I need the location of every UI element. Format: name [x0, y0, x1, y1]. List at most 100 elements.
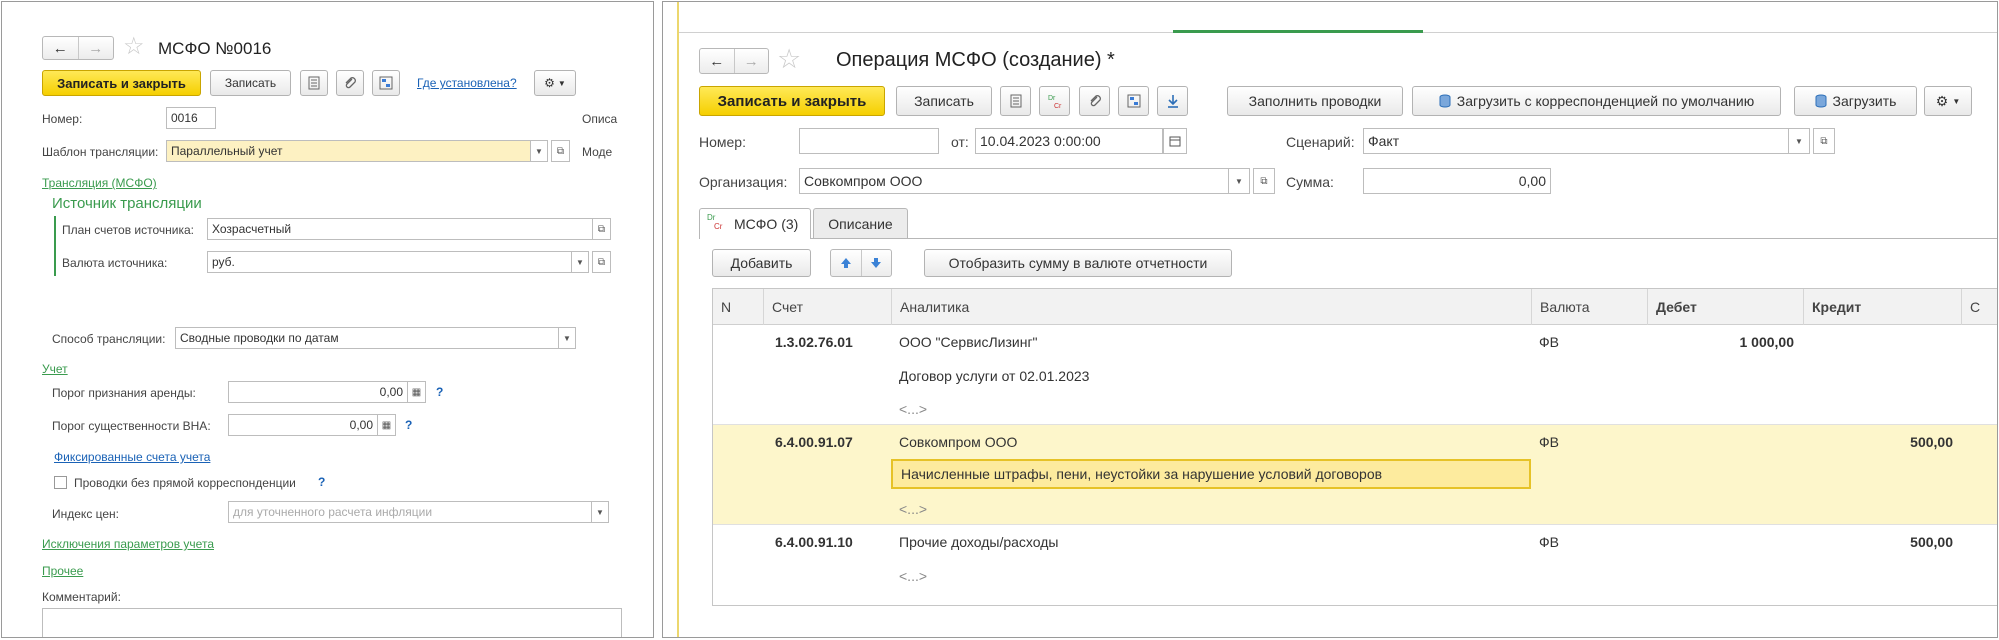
dropdown-icon[interactable]: ▼	[592, 501, 609, 523]
number-field[interactable]	[799, 128, 939, 154]
account-cell: 1.3.02.76.01	[775, 334, 853, 350]
method-field[interactable]: Сводные проводки по датам	[175, 327, 559, 349]
arrow-up-icon[interactable]	[831, 250, 861, 276]
dropdown-icon[interactable]: ▼	[559, 327, 576, 349]
no-corr-label: Проводки без прямой корреспонденции	[74, 476, 296, 490]
fixed-accounts-link[interactable]: Фиксированные счета учета	[54, 450, 210, 464]
account-cell: 6.4.00.91.07	[775, 434, 853, 450]
currency-cell: ФВ	[1539, 534, 1559, 550]
scenario-label: Сценарий:	[1286, 134, 1355, 150]
fill-entries-button[interactable]: Заполнить проводки	[1227, 86, 1403, 116]
load-button[interactable]: Загрузить	[1794, 86, 1917, 116]
model-label: Моде	[582, 145, 613, 159]
table-row[interactable]: 6.4.00.91.07 Совкомпром ООО Начисленные …	[713, 425, 1997, 525]
col-debit[interactable]: Дебет	[1647, 289, 1803, 325]
more-actions-button[interactable]: ⚙ ▼	[1924, 86, 1972, 116]
tab-description[interactable]: Описание	[813, 208, 908, 238]
load-default-button[interactable]: Загрузить с корреспонденцией по умолчани…	[1412, 86, 1781, 116]
number-field[interactable]: 0016	[166, 107, 216, 129]
arrow-left-icon[interactable]: ←	[43, 37, 78, 59]
calculator-icon[interactable]: ▦	[407, 381, 426, 403]
organization-field[interactable]: Совкомпром ООО	[799, 168, 1229, 194]
arrow-right-icon[interactable]: →	[733, 49, 769, 73]
accounting-link[interactable]: Учет	[42, 362, 68, 376]
col-currency[interactable]: Валюта	[1531, 289, 1647, 325]
arrow-down-icon[interactable]	[860, 250, 892, 276]
dropdown-icon[interactable]: ▼	[1789, 128, 1810, 154]
structure-icon[interactable]	[372, 70, 400, 96]
date-field[interactable]: 10.04.2023 0:00:00	[975, 128, 1163, 154]
open-icon[interactable]: ⧉	[592, 251, 611, 273]
analytics-more[interactable]: <...>	[899, 401, 927, 417]
tab-ifrs[interactable]: Dr Cr МСФО (3)	[699, 208, 811, 239]
other-link[interactable]: Прочее	[42, 564, 83, 578]
currency-cell: ФВ	[1539, 434, 1559, 450]
translation-link[interactable]: Трансляция (МСФО)	[42, 176, 157, 190]
ifrs-operation-form: ← → ☆ Операция МСФО (создание) * Записат…	[662, 1, 1998, 638]
structure-icon[interactable]	[1118, 86, 1149, 116]
list-icon[interactable]	[1000, 86, 1031, 116]
show-reporting-sum-button[interactable]: Отобразить сумму в валюте отчетности	[924, 249, 1232, 277]
nav-buttons: ← →	[42, 36, 114, 60]
currency-field[interactable]: руб.	[207, 251, 572, 273]
save-and-close-button[interactable]: Записать и закрыть	[42, 70, 201, 96]
scenario-field[interactable]: Факт	[1363, 128, 1789, 154]
plan-field[interactable]: Хозрасчетный	[207, 218, 593, 240]
paperclip-icon[interactable]	[1079, 86, 1110, 116]
add-button[interactable]: Добавить	[712, 249, 811, 277]
list-icon[interactable]	[300, 70, 328, 96]
analytics-cell-active[interactable]: Начисленные штрафы, пени, неустойки за н…	[891, 459, 1531, 489]
dropdown-icon[interactable]: ▼	[1229, 168, 1250, 194]
price-index-field[interactable]: для уточненного расчета инфляции	[228, 501, 592, 523]
help-icon[interactable]: ?	[405, 418, 412, 432]
open-icon[interactable]: ⧉	[551, 140, 570, 162]
save-button[interactable]: Записать	[210, 70, 291, 96]
svg-text:Dr: Dr	[1048, 95, 1056, 102]
col-n[interactable]: N	[713, 289, 763, 325]
star-icon[interactable]: ☆	[777, 46, 801, 73]
price-index-label: Индекс цен:	[52, 507, 120, 521]
col-analytics[interactable]: Аналитика	[891, 289, 1531, 325]
vna-threshold-field[interactable]: 0,00	[228, 414, 378, 436]
col-credit[interactable]: Кредит	[1803, 289, 1961, 325]
col-account[interactable]: Счет	[763, 289, 891, 325]
help-icon[interactable]: ?	[436, 385, 443, 399]
sum-field[interactable]: 0,00	[1363, 168, 1551, 194]
open-icon[interactable]: ⧉	[592, 218, 611, 240]
no-corr-checkbox[interactable]	[54, 476, 67, 489]
comment-field[interactable]	[42, 608, 622, 637]
load-default-label: Загрузить с корреспонденцией по умолчани…	[1456, 93, 1755, 109]
nav-buttons: ← →	[699, 48, 769, 74]
arrow-right-icon[interactable]: →	[77, 37, 114, 59]
save-and-close-button[interactable]: Записать и закрыть	[699, 86, 885, 116]
open-icon[interactable]: ⧉	[1813, 128, 1835, 154]
open-icon[interactable]: ⧉	[1253, 168, 1275, 194]
source-section-title: Источник трансляции	[52, 195, 202, 212]
dropdown-icon[interactable]: ▼	[531, 140, 548, 162]
account-cell: 6.4.00.91.10	[775, 534, 853, 550]
calculator-icon[interactable]: ▦	[377, 414, 396, 436]
gear-icon: ⚙	[544, 76, 555, 90]
analytics-more[interactable]: <...>	[899, 501, 927, 517]
calendar-icon[interactable]	[1163, 128, 1187, 154]
star-icon[interactable]: ☆	[123, 35, 145, 59]
where-installed-link[interactable]: Где установлена?	[417, 76, 517, 90]
template-field[interactable]: Параллельный учет	[166, 140, 531, 162]
table-row[interactable]: 1.3.02.76.01 ООО "СервисЛизинг" Договор …	[713, 325, 1997, 425]
dr-cr-icon: Dr Cr	[707, 213, 723, 231]
arrow-left-icon[interactable]: ←	[700, 49, 734, 73]
col-extra[interactable]: С	[1961, 289, 1997, 325]
exclusions-link[interactable]: Исключения параметров учета	[42, 537, 214, 551]
page-title: МСФО №0016	[158, 39, 272, 58]
dr-cr-icon[interactable]: Dr Cr	[1039, 86, 1070, 116]
help-icon[interactable]: ?	[318, 475, 325, 489]
organization-label: Организация:	[699, 174, 788, 190]
save-button[interactable]: Записать	[896, 86, 992, 116]
download-icon[interactable]	[1157, 86, 1188, 116]
analytics-more[interactable]: <...>	[899, 568, 927, 584]
table-row[interactable]: 6.4.00.91.10 Прочие доходы/расходы <...>…	[713, 525, 1997, 605]
dropdown-icon[interactable]: ▼	[572, 251, 589, 273]
paperclip-icon[interactable]	[336, 70, 364, 96]
lease-threshold-field[interactable]: 0,00	[228, 381, 408, 403]
more-actions-button[interactable]: ⚙ ▼	[534, 70, 576, 96]
